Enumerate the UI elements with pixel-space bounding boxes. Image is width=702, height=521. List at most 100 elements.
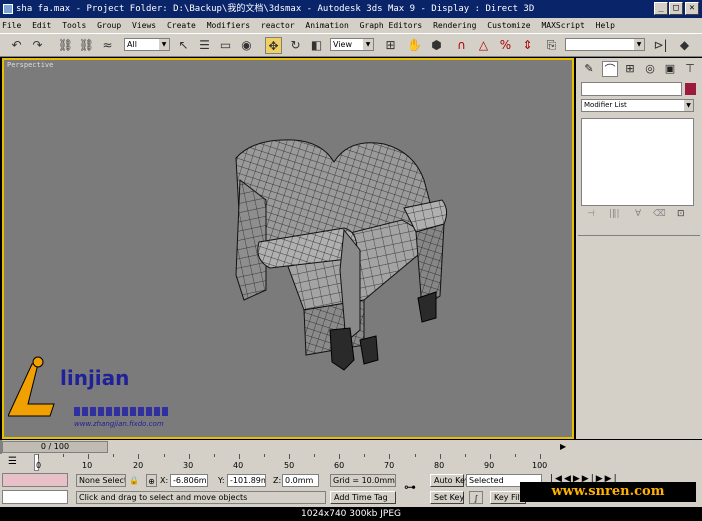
slider-next-arrow[interactable]: ▶: [560, 442, 566, 451]
add-time-tag-button[interactable]: Add Time Tag: [330, 491, 396, 504]
menu-views[interactable]: Views: [132, 21, 156, 30]
app-icon: [3, 4, 13, 14]
ruler-tick: [188, 454, 190, 459]
ruler-tick: [238, 454, 240, 459]
link-icon[interactable]: ⛓: [57, 37, 74, 54]
maximize-button[interactable]: □: [669, 2, 683, 15]
time-slider[interactable]: 0 / 100: [2, 441, 108, 453]
select-and-manipulate-icon[interactable]: ✋: [406, 37, 423, 54]
percent-snap-icon[interactable]: %: [497, 37, 514, 54]
trackbar-ruler[interactable]: ☰ 0 10 20 30 40 50 60 70 80 90 100: [0, 454, 702, 471]
menu-reactor[interactable]: reactor: [261, 21, 295, 30]
menu-rendering[interactable]: Rendering: [433, 21, 476, 30]
ruler-label: 0: [36, 461, 42, 470]
bind-space-warp-icon[interactable]: ≈: [99, 37, 116, 54]
object-color-swatch[interactable]: [685, 83, 696, 95]
key-icon[interactable]: ⊶: [404, 481, 416, 494]
select-and-move-icon[interactable]: ✥: [265, 37, 282, 54]
menu-graph-editors[interactable]: Graph Editors: [360, 21, 423, 30]
lock-selection-icon[interactable]: 🔒: [129, 474, 139, 487]
ruler-tick: [88, 454, 90, 459]
ruler-label: 40: [233, 461, 244, 470]
rectangular-selection-icon[interactable]: ▭: [217, 37, 234, 54]
menu-create[interactable]: Create: [167, 21, 196, 30]
x-coordinate-field[interactable]: -6.806mm: [170, 474, 208, 487]
maxscript-listener-pink[interactable]: [2, 473, 68, 487]
ruler-label: 100: [532, 461, 548, 470]
menu-help[interactable]: Help: [596, 21, 615, 30]
slider-left-edge: [0, 440, 2, 454]
menu-file[interactable]: File: [2, 21, 21, 30]
logo-brand: linjian: [60, 366, 130, 390]
menu-animation[interactable]: Animation: [305, 21, 348, 30]
keyboard-shortcut-icon[interactable]: ⬢: [428, 37, 445, 54]
mirror-icon[interactable]: ⊳|⊲: [652, 37, 669, 69]
open-mini-curve-editor-icon[interactable]: ☰: [8, 456, 17, 467]
select-and-scale-icon[interactable]: ◧: [308, 37, 325, 54]
select-and-rotate-icon[interactable]: ↻: [287, 37, 304, 54]
ruler-tick: [314, 454, 316, 457]
ruler-tick: [364, 454, 366, 457]
redo-icon[interactable]: ↷: [29, 37, 46, 54]
undo-icon[interactable]: ↶: [8, 37, 25, 54]
close-button[interactable]: ✕: [685, 2, 699, 15]
show-end-result-icon[interactable]: |‖|: [609, 209, 620, 219]
motion-tab-icon[interactable]: ◎: [642, 61, 658, 77]
main-toolbar: ↶ ↷ ⛓ ⛓ ≈ All ▼ ↖ ☰ ▭ ◉ ✥ ↻ ◧ View ▼ ⊞ ✋ ⬢…: [0, 33, 702, 69]
menu-maxscript[interactable]: MAXScript: [541, 21, 584, 30]
edit-named-selection-icon[interactable]: ⎘: [543, 37, 560, 54]
x-label: X:: [160, 476, 169, 485]
z-coordinate-field[interactable]: 0.0mm: [282, 474, 319, 487]
named-selection-dropdown[interactable]: ▼: [565, 38, 645, 51]
snap-toggle-icon[interactable]: ∩: [453, 37, 470, 54]
pin-stack-icon[interactable]: ⊣: [587, 209, 595, 219]
auto-key-button[interactable]: Auto Key: [430, 474, 470, 487]
menu-modifiers[interactable]: Modifiers: [207, 21, 250, 30]
reference-coordinate-dropdown[interactable]: View ▼: [330, 38, 374, 51]
object-name-field[interactable]: [581, 82, 682, 96]
angle-snap-icon[interactable]: △: [475, 37, 492, 54]
hierarchy-tab-icon[interactable]: ⊞: [622, 61, 638, 77]
logo-chinese-text: [74, 407, 170, 416]
z-label: Z:: [273, 476, 282, 485]
minimize-button[interactable]: _: [654, 2, 668, 15]
maxscript-listener-white[interactable]: [2, 490, 68, 504]
menu-tools[interactable]: Tools: [62, 21, 86, 30]
selection-filter-dropdown[interactable]: All ▼: [124, 38, 170, 51]
stack-toolbar: ⊣ |‖| ∀ ⌫ ⊡: [581, 208, 694, 222]
utilities-tab-icon[interactable]: ⊤: [682, 61, 698, 77]
make-unique-icon[interactable]: ∀: [635, 209, 641, 219]
ruler-tick: [289, 454, 290, 459]
configure-modifier-sets-icon[interactable]: ⊡: [677, 209, 685, 219]
perspective-viewport[interactable]: Perspective linjian www.zhangjian.fixdo.…: [2, 58, 574, 439]
select-by-name-icon[interactable]: ☰: [196, 37, 213, 54]
menu-customize[interactable]: Customize: [487, 21, 530, 30]
menu-group[interactable]: Group: [97, 21, 121, 30]
set-key-button[interactable]: Set Key: [430, 491, 464, 504]
display-tab-icon[interactable]: ▣: [662, 61, 678, 77]
create-tab-icon[interactable]: ✎: [581, 61, 597, 77]
spinner-snap-icon[interactable]: ⇕: [519, 37, 536, 54]
align-icon[interactable]: ◆: [676, 37, 693, 54]
modifier-stack[interactable]: [581, 118, 694, 206]
menu-edit[interactable]: Edit: [32, 21, 51, 30]
default-in-out-tangent-icon[interactable]: ∫: [469, 491, 483, 504]
time-slider-track: 0 / 100 ▶: [0, 440, 702, 454]
ruler-label: 30: [183, 461, 194, 470]
select-object-icon[interactable]: ↖: [175, 37, 192, 54]
modify-tab-icon[interactable]: ⌒: [602, 61, 618, 77]
ruler-label: 70: [384, 461, 395, 470]
ruler-tick: [464, 454, 466, 457]
absolute-mode-icon[interactable]: ⊕: [146, 474, 157, 487]
pivot-center-icon[interactable]: ⊞: [382, 37, 399, 54]
ruler-label: 20: [133, 461, 144, 470]
unlink-icon[interactable]: ⛓: [78, 37, 95, 54]
image-caption: 1024x740 300kb JPEG: [0, 507, 702, 521]
remove-modifier-icon[interactable]: ⌫: [653, 209, 666, 219]
y-coordinate-field[interactable]: -101.89mm: [227, 474, 266, 487]
window-crossing-icon[interactable]: ◉: [238, 37, 255, 54]
ruler-tick: [439, 454, 441, 459]
modifier-list-dropdown[interactable]: Modifier List ▼: [581, 99, 694, 112]
watermark: www.snren.com: [520, 482, 696, 502]
ruler-tick: [414, 454, 416, 457]
